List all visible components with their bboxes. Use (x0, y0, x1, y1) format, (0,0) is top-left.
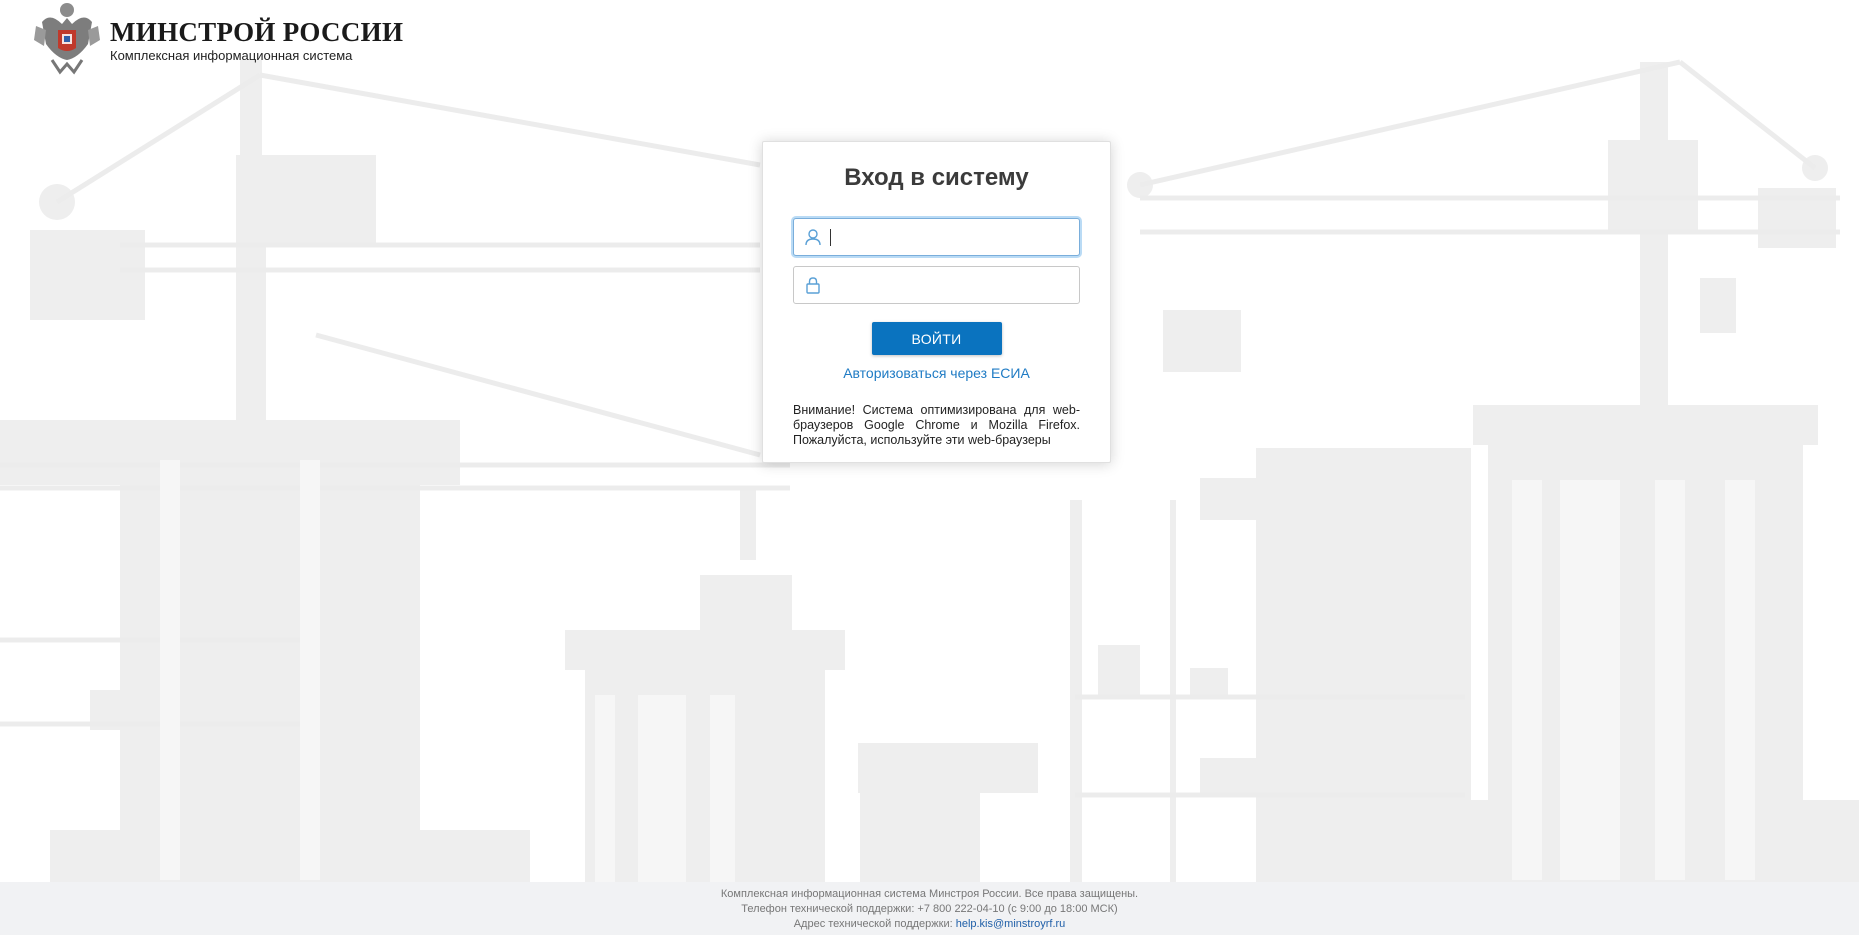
brand-header: МИНСТРОЙ РОССИИ Комплексная информационн… (30, 0, 403, 76)
lock-icon (806, 277, 820, 294)
username-field[interactable] (793, 218, 1080, 256)
brand-text: МИНСТРОЙ РОССИИ Комплексная информационн… (110, 0, 403, 63)
footer-copyright: Комплексная информационная система Минст… (720, 888, 1139, 900)
brand-subtitle: Комплексная информационная система (110, 48, 353, 63)
login-card: Вход в систему ВОЙТИ Авторизоваться чере… (762, 141, 1111, 463)
login-title: Вход в систему (844, 164, 1029, 191)
footer-support-address: Адрес технической поддержки: help.kis@mi… (0, 917, 1859, 932)
password-field[interactable] (793, 266, 1080, 304)
login-button[interactable]: ВОЙТИ (871, 322, 1002, 355)
username-input[interactable] (828, 219, 1073, 255)
esia-login-link[interactable]: Авторизоваться через ЕСИА (793, 365, 1080, 381)
text-caret (830, 229, 831, 246)
footer-support-phone: Телефон технической поддержки: +7 800 22… (741, 903, 1118, 915)
page-footer: Комплексная информационная система Минст… (0, 882, 1859, 935)
footer-address-label: Адрес технической поддержки: (793, 918, 953, 930)
browser-notice: Внимание! Система оптимизирована для web… (793, 403, 1080, 447)
coat-of-arms-emblem (34, 3, 100, 75)
password-input[interactable] (828, 267, 1073, 303)
support-email-link[interactable]: help.kis@minstroyrf.ru (956, 918, 1066, 930)
brand-title: МИНСТРОЙ РОССИИ (110, 17, 404, 47)
user-icon (805, 229, 821, 246)
